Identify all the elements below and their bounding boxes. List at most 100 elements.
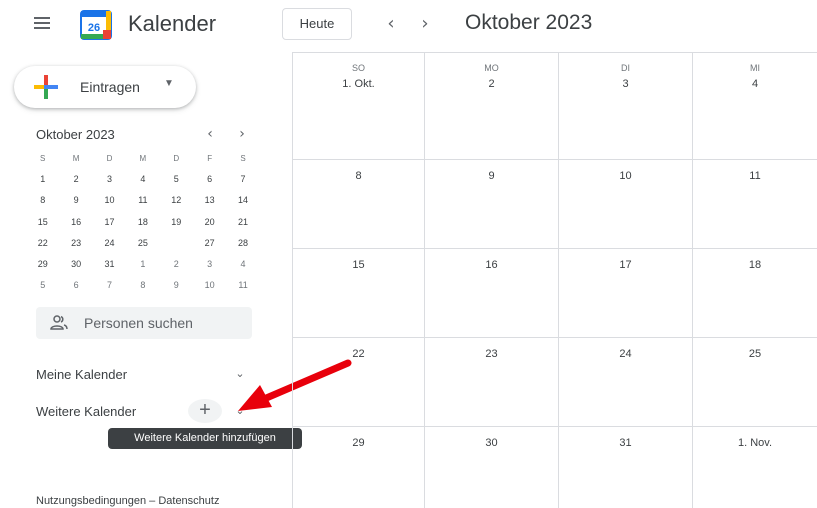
date-label[interactable]: 17 xyxy=(559,259,692,271)
day-cell[interactable]: 17 xyxy=(558,249,692,338)
mini-day[interactable]: 5 xyxy=(26,275,59,296)
day-cell[interactable]: 25 xyxy=(692,338,817,427)
day-cell[interactable]: 23 xyxy=(424,338,558,427)
date-label[interactable]: 29 xyxy=(293,437,424,449)
mini-day[interactable]: 23 xyxy=(59,233,92,254)
other-calendars-header[interactable]: Weitere Kalender xyxy=(36,404,136,419)
mini-day[interactable]: 2 xyxy=(59,169,92,190)
day-cell[interactable]: 18 xyxy=(692,249,817,338)
mini-day[interactable]: 31 xyxy=(93,254,126,275)
date-label[interactable]: 8 xyxy=(293,170,424,182)
mini-day[interactable]: 7 xyxy=(226,169,259,190)
mini-day[interactable]: 27 xyxy=(193,233,226,254)
mini-day[interactable]: 20 xyxy=(193,212,226,233)
date-label[interactable]: 2 xyxy=(425,78,558,90)
mini-weekday: D xyxy=(173,154,180,163)
mini-day[interactable]: 9 xyxy=(160,275,193,296)
mini-day[interactable]: 1 xyxy=(26,169,59,190)
day-cell[interactable]: 31 xyxy=(558,427,692,508)
my-calendars-header[interactable]: Meine Kalender xyxy=(36,367,127,382)
mini-day[interactable]: 8 xyxy=(26,190,59,211)
mini-day[interactable]: 10 xyxy=(193,275,226,296)
mini-day[interactable]: 3 xyxy=(193,254,226,275)
day-cell[interactable]: 8 xyxy=(292,160,424,249)
mini-day[interactable]: 17 xyxy=(93,212,126,233)
mini-day[interactable]: 2 xyxy=(160,254,193,275)
mini-day[interactable]: 15 xyxy=(26,212,59,233)
mini-day[interactable]: 13 xyxy=(193,190,226,211)
day-cell[interactable]: 16 xyxy=(424,249,558,338)
mini-day[interactable]: 4 xyxy=(126,169,159,190)
day-cell[interactable]: 10 xyxy=(558,160,692,249)
mini-day[interactable]: 18 xyxy=(126,212,159,233)
day-cell[interactable]: 24 xyxy=(558,338,692,427)
mini-day[interactable]: 3 xyxy=(93,169,126,190)
mini-day[interactable]: 10 xyxy=(93,190,126,211)
day-cell[interactable]: 9 xyxy=(424,160,558,249)
date-label[interactable]: 3 xyxy=(559,78,692,90)
date-label[interactable]: 1. Okt. xyxy=(293,78,424,90)
day-cell[interactable]: 22 xyxy=(292,338,424,427)
day-cell[interactable]: MI 4 xyxy=(692,53,817,160)
date-label[interactable]: 23 xyxy=(425,348,558,360)
mini-week-row: 29 30 31 1 2 3 4 xyxy=(26,254,260,275)
day-cell[interactable]: 29 xyxy=(292,427,424,508)
mini-day[interactable]: 11 xyxy=(126,190,159,211)
mini-day[interactable]: 6 xyxy=(59,275,92,296)
mini-prev-month-button[interactable]: ‹ xyxy=(200,124,220,144)
date-label[interactable]: 25 xyxy=(693,348,817,360)
prev-period-button[interactable]: ‹ xyxy=(379,12,403,36)
day-cell[interactable]: MO 2 xyxy=(424,53,558,160)
date-label[interactable]: 24 xyxy=(559,348,692,360)
mini-day[interactable]: 29 xyxy=(26,254,59,275)
mini-day[interactable]: 21 xyxy=(226,212,259,233)
next-period-button[interactable]: › xyxy=(413,12,437,36)
mini-next-month-button[interactable]: › xyxy=(232,124,252,144)
date-label[interactable]: 31 xyxy=(559,437,692,449)
footer-links[interactable]: Nutzungsbedingungen – Datenschutz xyxy=(36,495,219,507)
date-label[interactable]: 11 xyxy=(693,170,817,182)
mini-day[interactable]: 19 xyxy=(160,212,193,233)
mini-day[interactable]: 7 xyxy=(93,275,126,296)
mini-day[interactable]: 30 xyxy=(59,254,92,275)
mini-day[interactable]: 28 xyxy=(226,233,259,254)
day-cell[interactable]: 1. Nov. xyxy=(692,427,817,508)
mini-day[interactable]: 9 xyxy=(59,190,92,211)
mini-calendar: S M D M D F S 1 2 3 4 5 6 7 8 9 10 11 12… xyxy=(26,148,260,296)
today-button[interactable]: Heute xyxy=(282,8,352,40)
weekday-label: DI xyxy=(621,63,630,73)
create-button-label: Eintragen xyxy=(80,79,140,95)
date-label[interactable]: 22 xyxy=(293,348,424,360)
mini-day[interactable]: 6 xyxy=(193,169,226,190)
mini-day[interactable]: 4 xyxy=(226,254,259,275)
mini-day-today[interactable]: 26 xyxy=(160,232,193,254)
mini-day[interactable]: 14 xyxy=(226,190,259,211)
date-label[interactable]: 30 xyxy=(425,437,558,449)
mini-day[interactable]: 5 xyxy=(160,169,193,190)
day-cell[interactable]: 30 xyxy=(424,427,558,508)
day-cell[interactable]: 15 xyxy=(292,249,424,338)
mini-day[interactable]: 22 xyxy=(26,233,59,254)
mini-day[interactable]: 24 xyxy=(93,233,126,254)
create-button[interactable]: Eintragen ▼ xyxy=(14,66,196,108)
mini-day[interactable]: 16 xyxy=(59,212,92,233)
search-people-field[interactable]: Personen suchen xyxy=(36,307,252,339)
mini-day[interactable]: 11 xyxy=(226,275,259,296)
date-label[interactable]: 1. Nov. xyxy=(693,437,817,449)
day-cell[interactable]: SO 1. Okt. xyxy=(292,53,424,160)
mini-day[interactable]: 12 xyxy=(160,190,193,211)
date-label[interactable]: 9 xyxy=(425,170,558,182)
add-other-calendars-button[interactable]: + xyxy=(188,399,222,423)
date-label[interactable]: 16 xyxy=(425,259,558,271)
day-cell[interactable]: DI 3 xyxy=(558,53,692,160)
mini-day[interactable]: 1 xyxy=(126,254,159,275)
date-label[interactable]: 18 xyxy=(693,259,817,271)
date-label[interactable]: 15 xyxy=(293,259,424,271)
mini-week-row: 5 6 7 8 9 10 11 xyxy=(26,275,260,296)
mini-day[interactable]: 8 xyxy=(126,275,159,296)
day-cell[interactable]: 11 xyxy=(692,160,817,249)
date-label[interactable]: 4 xyxy=(693,78,817,90)
menu-icon[interactable] xyxy=(30,14,54,34)
mini-day[interactable]: 25 xyxy=(126,233,159,254)
date-label[interactable]: 10 xyxy=(559,170,692,182)
